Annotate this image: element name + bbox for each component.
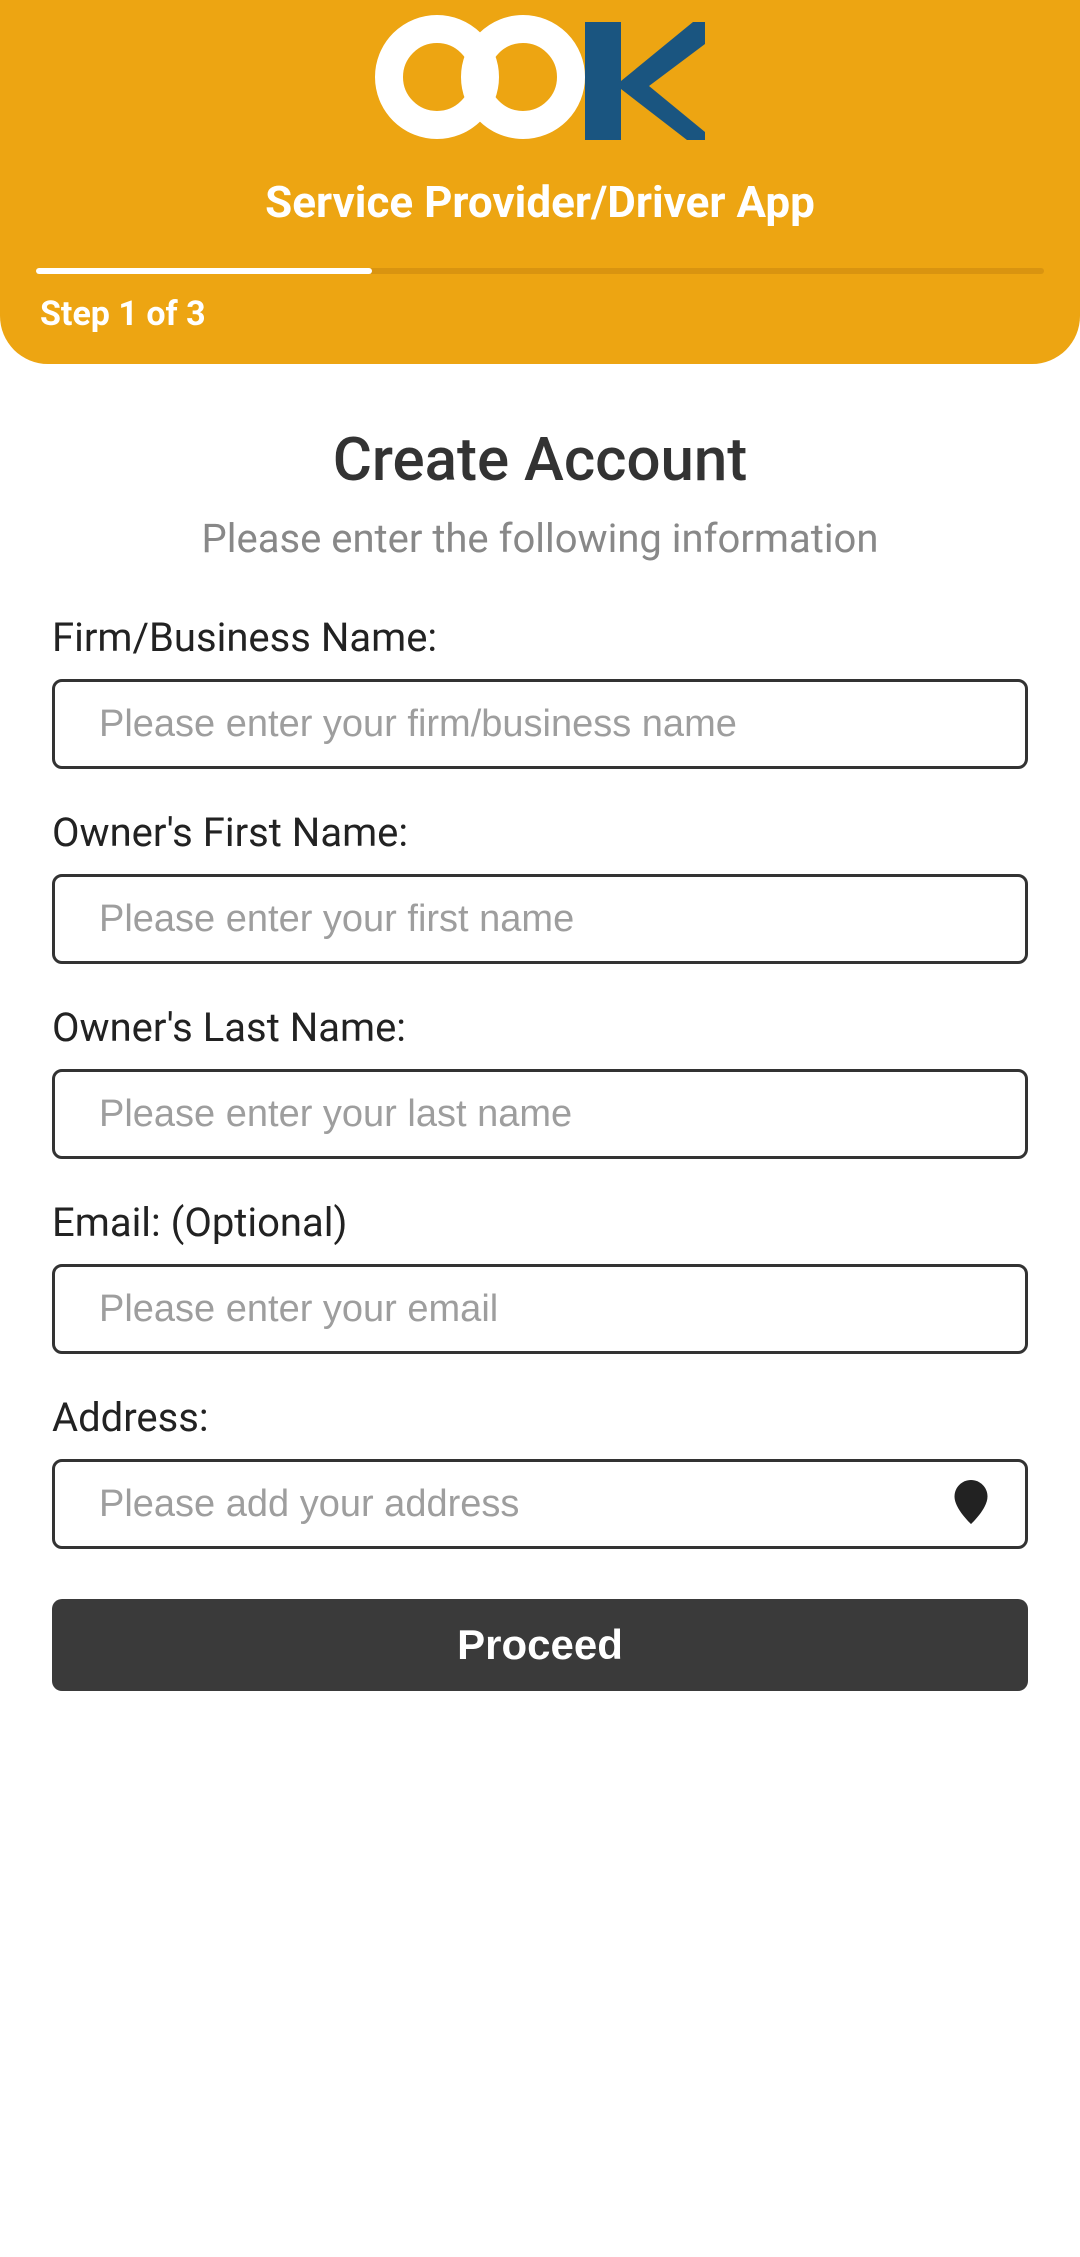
first-name-field: Owner's First Name: bbox=[52, 809, 1028, 964]
last-name-input[interactable] bbox=[52, 1069, 1028, 1159]
business-name-label: Firm/Business Name: bbox=[52, 614, 1028, 661]
page-description: Please enter the following information bbox=[52, 515, 1028, 562]
last-name-field: Owner's Last Name: bbox=[52, 1004, 1028, 1159]
progress-fill bbox=[36, 268, 372, 274]
proceed-button[interactable]: Proceed bbox=[52, 1599, 1028, 1691]
address-label: Address: bbox=[52, 1394, 1028, 1441]
progress-bar bbox=[36, 268, 1044, 274]
email-label: Email: (Optional) bbox=[52, 1199, 1028, 1246]
logo-container bbox=[0, 14, 1080, 140]
page-title: Create Account bbox=[52, 424, 1028, 495]
business-name-input[interactable] bbox=[52, 679, 1028, 769]
header-subtitle: Service Provider/Driver App bbox=[0, 176, 1080, 228]
app-header: Service Provider/Driver App Step 1 of 3 bbox=[0, 0, 1080, 364]
address-input[interactable] bbox=[52, 1459, 1028, 1549]
first-name-label: Owner's First Name: bbox=[52, 809, 1028, 856]
app-logo bbox=[375, 14, 705, 140]
business-name-field: Firm/Business Name: bbox=[52, 614, 1028, 769]
address-field: Address: bbox=[52, 1394, 1028, 1549]
email-field: Email: (Optional) bbox=[52, 1199, 1028, 1354]
step-indicator: Step 1 of 3 bbox=[40, 294, 1080, 334]
first-name-input[interactable] bbox=[52, 874, 1028, 964]
form-content: Create Account Please enter the followin… bbox=[0, 364, 1080, 1691]
email-input[interactable] bbox=[52, 1264, 1028, 1354]
last-name-label: Owner's Last Name: bbox=[52, 1004, 1028, 1051]
